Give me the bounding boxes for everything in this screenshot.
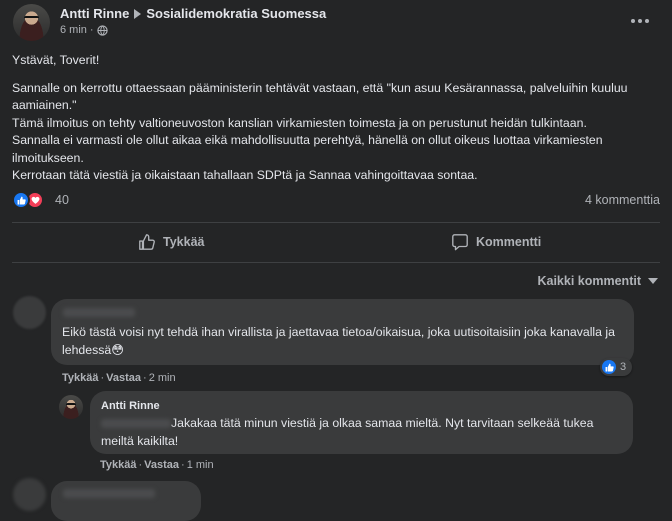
reply-reply-link[interactable]: Vastaa: [144, 459, 179, 471]
more-icon: [631, 19, 649, 23]
reply-like-link[interactable]: Tykkää: [100, 459, 137, 471]
reply-text: Jakakaa tätä minun viestiä ja olkaa sama…: [101, 416, 594, 448]
post-paragraph: Sannalla ei varmasti ole ollut aikaa eik…: [12, 133, 603, 165]
divider: [12, 262, 660, 263]
post-reactions[interactable]: 40: [12, 191, 69, 209]
post-author-avatar[interactable]: [13, 4, 50, 41]
reaction-count[interactable]: 40: [55, 193, 69, 207]
comment-sort-dropdown[interactable]: Kaikki kommentit: [537, 274, 658, 288]
more-options-button[interactable]: [628, 12, 652, 30]
commenter-name[interactable]: [63, 308, 135, 317]
globe-icon: [96, 24, 108, 36]
post-time[interactable]: 6 min: [60, 24, 87, 36]
comment-button[interactable]: Kommentti: [451, 233, 541, 251]
post-paragraph: Tämä ilmoitus on tehty valtioneuvoston k…: [12, 115, 587, 130]
comment-like-link[interactable]: Tykkää: [62, 372, 99, 384]
post-greeting: Ystävät, Toverit!: [12, 53, 100, 67]
comment-text-wrap: Eikö tästä voisi nyt tehdä ihan virallis…: [62, 323, 617, 359]
comment-reply-link[interactable]: Vastaa: [106, 372, 141, 384]
reply-author-avatar[interactable]: [59, 395, 83, 419]
comment-icon: [452, 234, 468, 251]
comment-bubble: Eikö tästä voisi nyt tehdä ihan virallis…: [51, 299, 634, 365]
comment-bubble: [51, 481, 201, 521]
like-button-label: Tykkää: [163, 235, 205, 249]
like-reaction-icon: [602, 360, 616, 374]
comment-text: Eikö tästä voisi nyt tehdä ihan virallis…: [62, 325, 615, 357]
like-button[interactable]: Tykkää: [138, 233, 204, 251]
reply-author-name[interactable]: Antti Rinne: [101, 400, 160, 412]
flushed-emoji-icon: 😳: [111, 343, 125, 357]
reply-text-wrap: Jakakaa tätä minun viestiä ja olkaa sama…: [101, 414, 621, 450]
comment-reaction-count: 3: [620, 361, 627, 373]
post-body: Ystävät, Toverit! Sannalle on kerrottu o…: [12, 52, 662, 185]
commenter-avatar[interactable]: [13, 296, 46, 329]
reply-bubble: Antti Rinne Jakakaa tätä minun viestiä j…: [90, 391, 633, 454]
post-author-name[interactable]: Antti Rinne: [60, 6, 129, 21]
thumbs-up-icon: [139, 234, 155, 250]
comment-time[interactable]: 2 min: [149, 372, 176, 384]
commenter-avatar[interactable]: [13, 478, 46, 511]
commenter-name[interactable]: [63, 489, 155, 498]
comment-meta: Tykkää · Vastaa · 2 min: [62, 372, 176, 384]
play-arrow-icon: [134, 8, 142, 19]
chevron-down-icon: [648, 277, 658, 284]
reply-time[interactable]: 1 min: [187, 459, 214, 471]
comment-button-label: Kommentti: [476, 235, 542, 249]
comment-count[interactable]: 4 kommenttia: [585, 193, 660, 207]
comment-reaction-badge[interactable]: 3: [600, 358, 633, 376]
comment-sort-label: Kaikki kommentit: [537, 274, 641, 288]
post-header: Antti Rinne Sosialidemokratia Suomessa: [60, 6, 326, 21]
group-name[interactable]: Sosialidemokratia Suomessa: [146, 6, 326, 21]
like-reaction-icon: [12, 191, 30, 209]
post-paragraph: Sannalle on kerrottu ottaessaan pääminis…: [12, 80, 628, 113]
post-paragraph: Kerrotaan tätä viestiä ja oikaistaan tah…: [12, 168, 478, 182]
reply-meta: Tykkää · Vastaa · 1 min: [100, 459, 214, 471]
mentioned-name[interactable]: [101, 419, 171, 429]
post-meta: 6 min ·: [60, 24, 108, 36]
divider: [12, 222, 660, 223]
